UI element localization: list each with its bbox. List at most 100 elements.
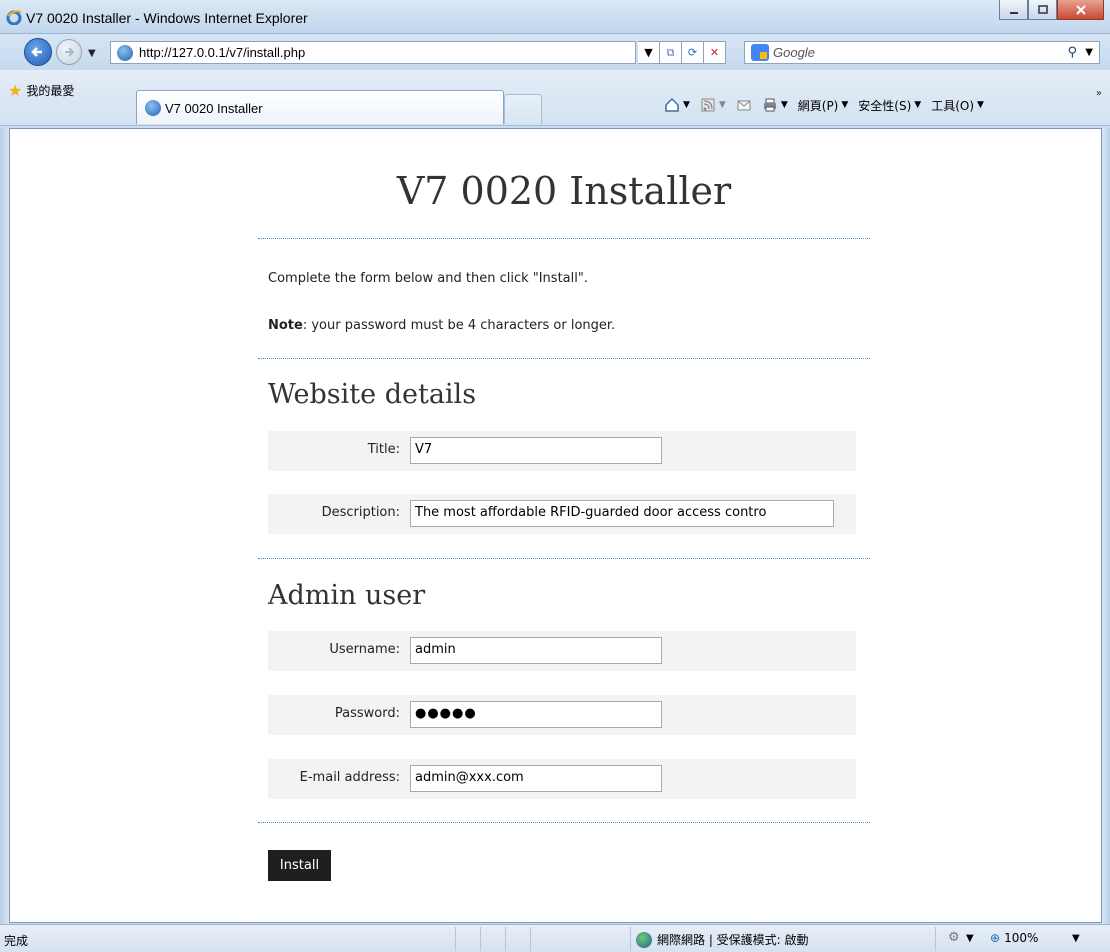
add-on-icon[interactable]: ⚙ [948,930,960,945]
left-frame [0,128,9,924]
maximize-button[interactable] [1028,0,1057,20]
home-button[interactable]: ▼ [664,97,690,113]
tools-menu-label: 工具(O) [931,98,975,113]
username-input[interactable]: admin [410,637,662,664]
email-input[interactable]: admin@xxx.com [410,765,662,792]
zoom-dropdown-icon[interactable]: ▼ [1072,933,1080,944]
divider [258,358,870,359]
globe-icon [636,931,652,948]
minimize-button[interactable] [999,0,1028,20]
address-tools: ▼ ⧉ ⟳ ✕ [638,41,738,64]
window-title: V7 0020 Installer - Windows Internet Exp… [26,10,308,26]
favorites-label: 我的最愛 [26,83,75,98]
website-details-heading: Website details [268,379,477,410]
zoom-control[interactable]: ⊕ 100% [990,931,1038,945]
divider [258,238,870,239]
refresh-icon: ⟳ [687,46,698,59]
password-row: Password: ●●●●● [268,695,856,735]
forward-arrow-icon [65,47,75,57]
mail-button[interactable] [736,97,752,113]
tools-menu-chevron-icon: ▼ [977,100,984,110]
divider [258,558,870,559]
address-field[interactable]: http://127.0.0.1/v7/install.php [110,41,636,64]
chevron-down-icon: ▼ [644,46,653,59]
security-zone[interactable]: 網際網路 | 受保護模式: 啟動 [636,931,809,948]
feeds-button[interactable]: ▼ [700,97,726,113]
url-text[interactable]: http://127.0.0.1/v7/install.php [139,45,305,60]
print-dropdown-icon[interactable]: ▼ [781,100,788,110]
refresh-button[interactable]: ⟳ [682,41,704,64]
page-content: V7 0020 Installer Complete the form belo… [9,128,1102,923]
title-input[interactable]: V7 [410,437,662,464]
status-divider [630,927,631,951]
intro-text: Complete the form below and then click "… [268,271,588,286]
favorites-star-icon: ★ [8,80,23,100]
email-row: E-mail address: admin@xxx.com [268,759,856,799]
tools-menu[interactable]: 工具(O) ▼ [931,97,984,114]
username-label: Username: [329,642,400,657]
maximize-icon [1037,4,1048,14]
status-divider [480,927,481,951]
status-divider [530,927,531,951]
title-label: Title: [367,442,400,457]
safety-menu-chevron-icon: ▼ [914,100,922,110]
zoom-icon: ⊕ [990,931,1001,945]
mail-icon [737,100,751,111]
password-label: Password: [334,706,400,721]
feeds-dropdown-icon[interactable]: ▼ [719,100,726,110]
status-divider [505,927,506,951]
ie-logo-icon [6,10,22,25]
password-input[interactable]: ●●●●● [410,701,662,728]
email-label: E-mail address: [299,770,400,785]
add-on-dropdown-icon[interactable]: ▼ [966,933,974,944]
password-note: Note: your password must be 4 characters… [268,318,615,333]
page-icon [117,45,133,61]
favorites-bar: ★ 我的最愛 V7 0020 Installer ▼ ▼ ▼ 網頁(P) ▼ 安全… [0,70,1110,126]
home-dropdown-icon[interactable]: ▼ [683,100,690,110]
safety-menu[interactable]: 安全性(S) ▼ [858,97,921,114]
rss-icon [701,98,715,112]
search-placeholder: Google [773,45,815,60]
stop-icon: ✕ [709,46,720,59]
username-row: Username: admin [268,631,856,671]
page-menu-label: 網頁(P) [797,98,839,113]
window-title-bar: V7 0020 Installer - Windows Internet Exp… [0,0,1110,34]
status-bar: 完成 網際網路 | 受保護模式: 啟動 ⚙ ▼ ⊕ 100% ▼ [0,924,1110,952]
home-icon [665,97,679,112]
printer-icon [763,98,776,112]
page-title: V7 0020 Installer [396,169,732,213]
window-controls [999,0,1104,22]
title-row: Title: V7 [268,431,856,471]
tab-page-icon [145,100,161,116]
close-icon [1075,4,1086,15]
status-divider [455,927,456,951]
divider [258,822,870,823]
search-options-icon[interactable]: ▼ [1085,47,1093,58]
page-menu-chevron-icon: ▼ [841,100,849,110]
back-button[interactable] [24,38,52,66]
stop-button[interactable]: ✕ [704,41,726,64]
compatibility-icon: ⧉ [666,45,675,59]
close-window-button[interactable] [1057,0,1104,20]
print-button[interactable]: ▼ [762,97,788,113]
compatibility-view-button[interactable]: ⧉ [660,41,682,64]
favorites-button[interactable]: ★ 我的最愛 [8,80,75,100]
address-dropdown-button[interactable]: ▼ [638,41,660,64]
search-box[interactable]: Google ⚲ ▼ [744,41,1100,64]
google-icon [751,44,769,61]
address-toolbar: ▼ http://127.0.0.1/v7/install.php ▼ ⧉ ⟳ … [0,34,1110,70]
description-input[interactable]: The most affordable RFID-guarded door ac… [410,500,834,527]
tab-current[interactable]: V7 0020 Installer [136,90,504,124]
command-bar: ▼ ▼ ▼ 網頁(P) ▼ 安全性(S) ▼ 工具(O) ▼ [664,94,984,116]
more-commands-icon[interactable]: » [1096,88,1102,99]
search-icon[interactable]: ⚲ [1067,45,1077,60]
back-arrow-icon [31,47,42,57]
history-dropdown-icon[interactable]: ▼ [88,48,96,59]
forward-button[interactable] [56,39,82,65]
page-menu[interactable]: 網頁(P) ▼ [798,97,849,114]
tab-label: V7 0020 Installer [165,101,263,116]
note-label: Note [268,318,303,333]
install-button[interactable]: Install [268,850,331,881]
description-label: Description: [321,505,400,520]
new-tab-button[interactable] [504,94,542,124]
